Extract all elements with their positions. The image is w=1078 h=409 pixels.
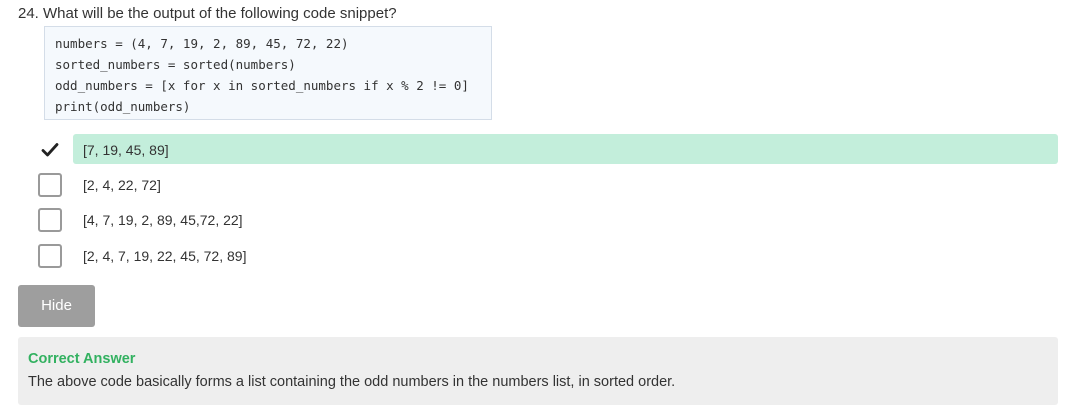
option-label: [2, 4, 7, 19, 22, 45, 72, 89] — [83, 248, 247, 264]
code-line: print(odd_numbers) — [55, 99, 191, 114]
correct-highlight — [73, 134, 1058, 164]
option-label: [7, 19, 45, 89] — [83, 142, 169, 158]
code-line: odd_numbers = [x for x in sorted_numbers… — [55, 78, 469, 93]
option-label: [2, 4, 22, 72] — [83, 177, 161, 193]
code-line: numbers = (4, 7, 19, 2, 89, 45, 72, 22) — [55, 36, 349, 51]
question-text: 24. What will be the output of the follo… — [18, 5, 397, 22]
empty-checkbox-icon[interactable] — [38, 173, 62, 197]
code-snippet: numbers = (4, 7, 19, 2, 89, 45, 72, 22) … — [44, 26, 492, 120]
answer-explanation: The above code basically forms a list co… — [28, 374, 676, 390]
option-2[interactable]: [2, 4, 22, 72] — [0, 169, 1078, 199]
answer-panel: Correct Answer The above code basically … — [18, 337, 1058, 405]
empty-checkbox-icon[interactable] — [38, 208, 62, 232]
option-3[interactable]: [4, 7, 19, 2, 89, 45,72, 22] — [0, 204, 1078, 234]
checkmark-icon[interactable] — [38, 138, 62, 162]
answer-title: Correct Answer — [28, 351, 136, 367]
code-line: sorted_numbers = sorted(numbers) — [55, 57, 296, 72]
option-1[interactable]: [7, 19, 45, 89] — [0, 134, 1078, 164]
option-4[interactable]: [2, 4, 7, 19, 22, 45, 72, 89] — [0, 240, 1078, 270]
empty-checkbox-icon[interactable] — [38, 244, 62, 268]
hide-button[interactable]: Hide — [18, 285, 95, 327]
option-label: [4, 7, 19, 2, 89, 45,72, 22] — [83, 212, 243, 228]
